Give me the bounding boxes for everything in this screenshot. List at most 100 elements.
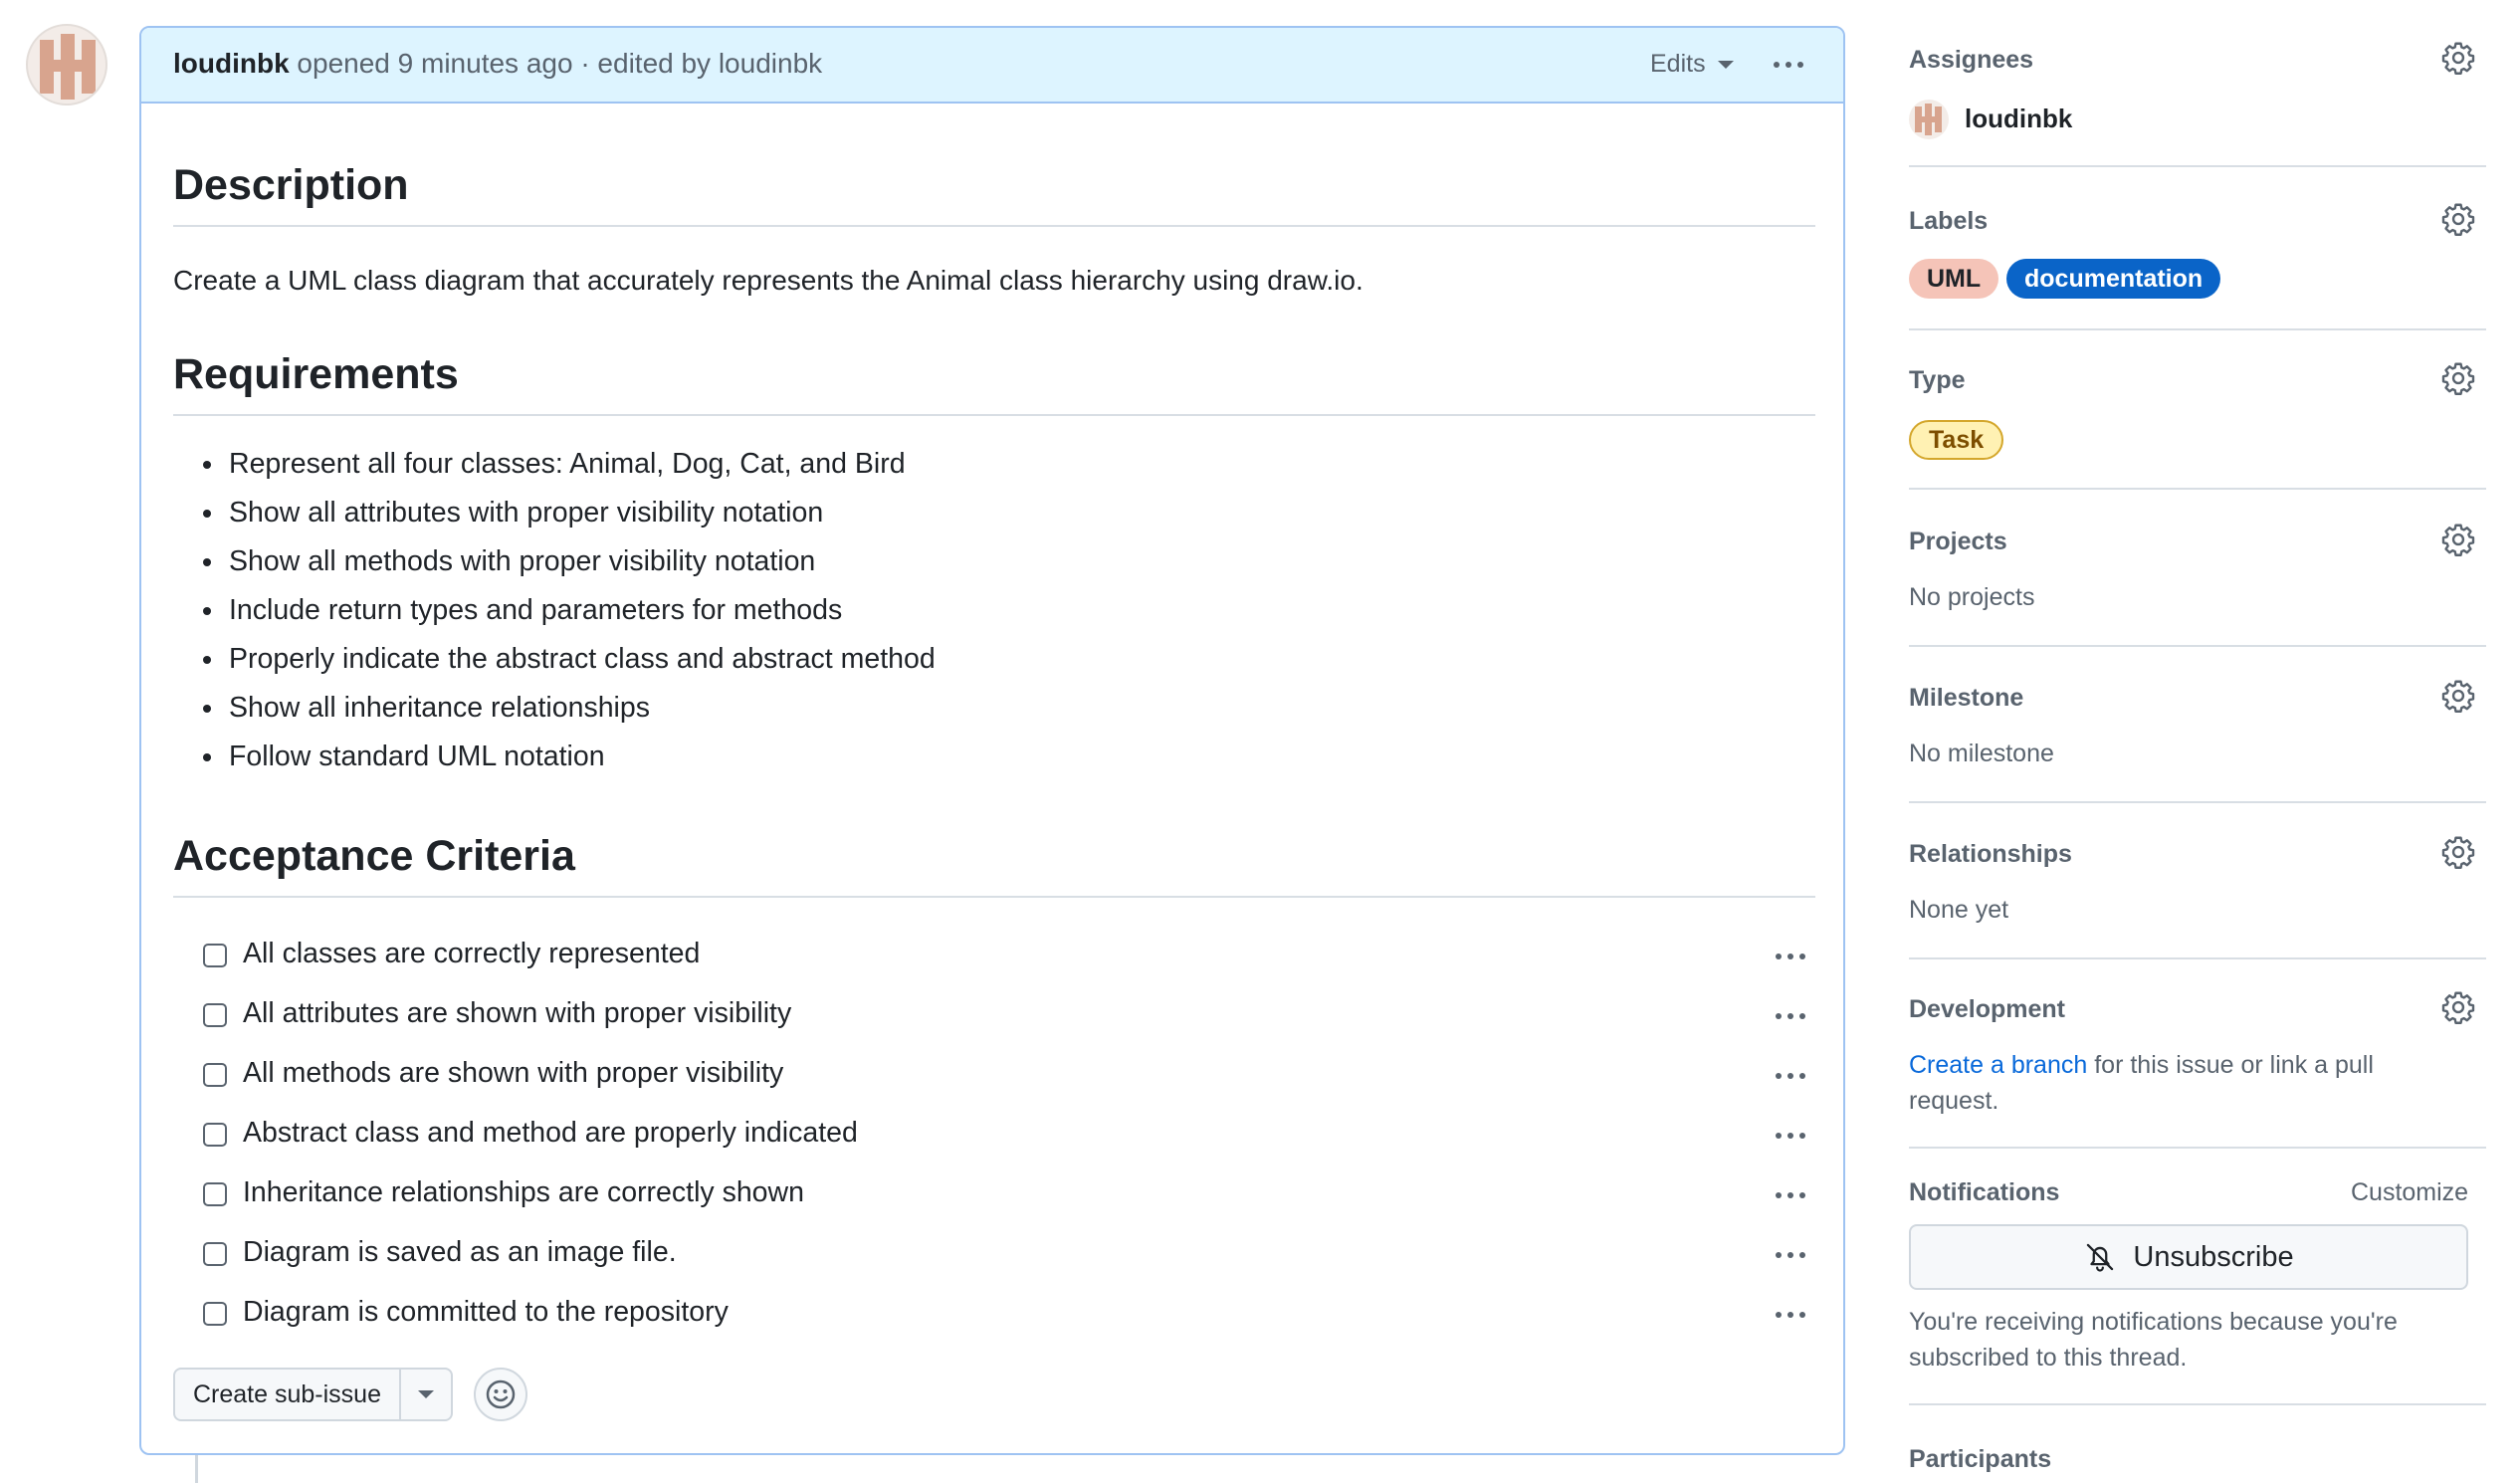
task-options-kebab-icon[interactable] bbox=[1776, 1133, 1805, 1139]
type-badge[interactable]: Task bbox=[1909, 420, 2004, 460]
sidebar-divider bbox=[1909, 645, 2486, 647]
unsubscribe-button[interactable]: Unsubscribe bbox=[1909, 1224, 2468, 1290]
issue-sidebar: Assignees loudinbk Labels UML documentat… bbox=[1909, 0, 2486, 1483]
task-options-kebab-icon[interactable] bbox=[1776, 1073, 1805, 1079]
task-label: All attributes are shown with proper vis… bbox=[243, 997, 792, 1029]
task-item: All classes are correctly represented bbox=[173, 930, 1815, 989]
heading-divider bbox=[173, 225, 1815, 227]
labels-title: Labels bbox=[1909, 207, 1989, 235]
gear-icon[interactable] bbox=[2440, 522, 2476, 557]
task-checkbox[interactable] bbox=[203, 944, 227, 967]
task-checkbox[interactable] bbox=[203, 1242, 227, 1266]
projects-value: No projects bbox=[1909, 583, 2035, 611]
development-text-line2: request. bbox=[1909, 1087, 1999, 1115]
sidebar-divider bbox=[1909, 165, 2486, 167]
acceptance-heading: Acceptance Criteria bbox=[173, 832, 575, 880]
requirements-heading: Requirements bbox=[173, 350, 459, 398]
gear-icon[interactable] bbox=[2440, 989, 2476, 1025]
relationships-value: None yet bbox=[1909, 896, 2009, 924]
timeline-line bbox=[195, 1453, 198, 1483]
task-options-kebab-icon[interactable] bbox=[1776, 1013, 1805, 1019]
sidebar-divider bbox=[1909, 328, 2486, 330]
list-item: Represent all four classes: Animal, Dog,… bbox=[173, 440, 936, 489]
sub-issue-dropdown-button[interactable] bbox=[401, 1370, 451, 1419]
author-avatar[interactable] bbox=[26, 24, 107, 106]
comment-meta: opened 9 minutes ago · edited by loudinb… bbox=[289, 48, 823, 79]
issue-page: loudinbk opened 9 minutes ago · edited b… bbox=[0, 0, 2520, 1483]
task-options-kebab-icon[interactable] bbox=[1776, 1252, 1805, 1258]
list-item: Properly indicate the abstract class and… bbox=[173, 635, 936, 684]
type-title: Type bbox=[1909, 366, 1966, 394]
task-item: Inheritance relationships are correctly … bbox=[173, 1168, 1815, 1228]
gear-icon[interactable] bbox=[2440, 40, 2476, 76]
task-item: Diagram is saved as an image file. bbox=[173, 1228, 1815, 1288]
milestone-title: Milestone bbox=[1909, 684, 2024, 712]
label-uml[interactable]: UML bbox=[1909, 259, 1999, 299]
comment-options-kebab-icon[interactable] bbox=[1774, 62, 1803, 68]
development-text-line1: Create a branch for this issue or link a… bbox=[1909, 1051, 2374, 1080]
bell-slash-icon bbox=[2087, 1243, 2114, 1272]
task-label: Inheritance relationships are correctly … bbox=[243, 1176, 804, 1208]
notifications-reason-line2: subscribed to this thread. bbox=[1909, 1344, 2188, 1372]
sidebar-divider bbox=[1909, 957, 2486, 959]
create-branch-link[interactable]: Create a branch bbox=[1909, 1051, 2087, 1079]
customize-link[interactable]: Customize bbox=[2351, 1178, 2468, 1207]
projects-title: Projects bbox=[1909, 528, 2007, 555]
unsubscribe-label: Unsubscribe bbox=[2133, 1240, 2294, 1273]
label-documentation[interactable]: documentation bbox=[2006, 259, 2221, 299]
task-label: Diagram is saved as an image file. bbox=[243, 1236, 677, 1268]
requirements-list: Represent all four classes: Animal, Dog,… bbox=[173, 440, 936, 781]
smiley-icon bbox=[486, 1379, 516, 1409]
development-text: for this issue or link a pull bbox=[2087, 1051, 2374, 1079]
gear-icon[interactable] bbox=[2440, 678, 2476, 714]
task-checkbox[interactable] bbox=[203, 1063, 227, 1087]
sidebar-divider bbox=[1909, 488, 2486, 490]
comment-header: loudinbk opened 9 minutes ago · edited b… bbox=[141, 28, 1843, 104]
add-reaction-button[interactable] bbox=[474, 1368, 527, 1421]
task-item: All methods are shown with proper visibi… bbox=[173, 1049, 1815, 1109]
edits-dropdown[interactable]: Edits bbox=[1650, 50, 1734, 79]
task-options-kebab-icon[interactable] bbox=[1776, 1192, 1805, 1198]
gear-icon[interactable] bbox=[2440, 834, 2476, 870]
task-checkbox[interactable] bbox=[203, 1302, 227, 1326]
assignee-row[interactable]: loudinbk bbox=[1909, 100, 2307, 143]
notifications-reason-line1: You're receiving notifications because y… bbox=[1909, 1308, 2398, 1336]
caret-down-icon bbox=[1717, 60, 1734, 69]
task-options-kebab-icon[interactable] bbox=[1776, 953, 1805, 959]
task-options-kebab-icon[interactable] bbox=[1776, 1312, 1805, 1318]
task-item: Abstract class and method are properly i… bbox=[173, 1109, 1815, 1168]
issue-comment-card: loudinbk opened 9 minutes ago · edited b… bbox=[139, 26, 1845, 1455]
edits-label: Edits bbox=[1650, 50, 1706, 78]
gear-icon[interactable] bbox=[2440, 201, 2476, 237]
description-text: Create a UML class diagram that accurate… bbox=[173, 265, 1364, 296]
sidebar-divider bbox=[1909, 1403, 2486, 1405]
assignees-title: Assignees bbox=[1909, 46, 2034, 74]
author-link[interactable]: loudinbk bbox=[173, 48, 290, 79]
notifications-title: Notifications bbox=[1909, 1178, 2060, 1206]
task-checkbox[interactable] bbox=[203, 1003, 227, 1027]
list-item: Show all methods with proper visibility … bbox=[173, 537, 936, 586]
list-item: Follow standard UML notation bbox=[173, 733, 936, 781]
sidebar-divider bbox=[1909, 801, 2486, 803]
caret-down-icon bbox=[417, 1390, 434, 1398]
list-item: Show all inheritance relationships bbox=[173, 684, 936, 733]
task-item: Diagram is committed to the repository bbox=[173, 1288, 1815, 1348]
assignee-name: loudinbk bbox=[1965, 104, 2073, 133]
task-label: Diagram is committed to the repository bbox=[243, 1296, 729, 1328]
sidebar-divider bbox=[1909, 1147, 2486, 1149]
labels-list: UML documentation bbox=[1909, 259, 2486, 299]
milestone-value: No milestone bbox=[1909, 740, 2054, 767]
comment-header-text: loudinbk opened 9 minutes ago · edited b… bbox=[173, 48, 822, 80]
heading-divider bbox=[173, 896, 1815, 898]
create-sub-issue-button[interactable]: Create sub-issue bbox=[175, 1370, 401, 1419]
list-item: Show all attributes with proper visibili… bbox=[173, 489, 936, 537]
heading-divider bbox=[173, 414, 1815, 416]
development-title: Development bbox=[1909, 995, 2065, 1023]
task-checkbox[interactable] bbox=[203, 1182, 227, 1206]
task-item: All attributes are shown with proper vis… bbox=[173, 989, 1815, 1049]
description-heading: Description bbox=[173, 161, 409, 209]
gear-icon[interactable] bbox=[2440, 360, 2476, 396]
assignee-avatar bbox=[1909, 100, 1949, 139]
task-checkbox[interactable] bbox=[203, 1123, 227, 1147]
participants-title: Participants bbox=[1909, 1445, 2052, 1473]
